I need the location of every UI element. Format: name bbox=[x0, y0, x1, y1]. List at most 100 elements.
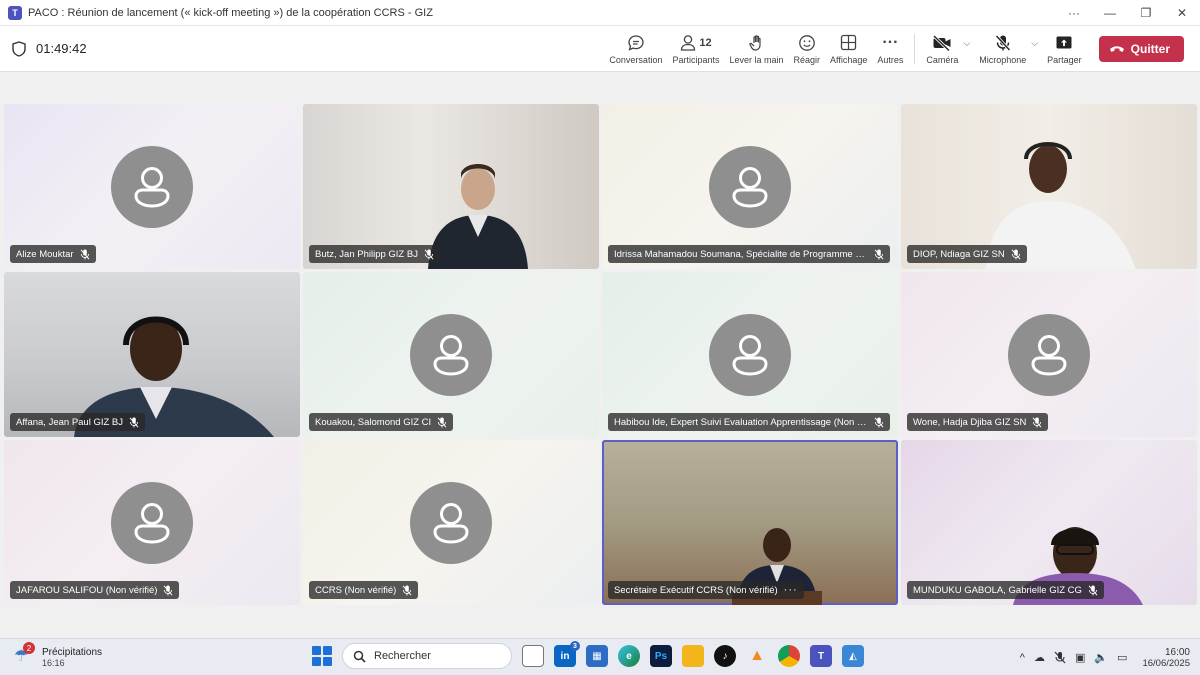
toolbar-divider bbox=[914, 33, 916, 64]
participant-name-tag: Kouakou, Salomond GIZ CI bbox=[309, 413, 454, 431]
people-icon bbox=[681, 34, 696, 51]
participant-name-tag: DIOP, Ndiaga GIZ SN bbox=[907, 245, 1027, 263]
participant-tile[interactable]: Affana, Jean Paul GIZ BJ bbox=[4, 272, 300, 437]
avatar-placeholder-icon bbox=[1008, 314, 1090, 396]
participant-tile[interactable]: Butz, Jan Philipp GIZ BJ bbox=[303, 104, 599, 269]
shield-icon bbox=[12, 40, 26, 57]
title-bar: T PACO : Réunion de lancement (« kick-of… bbox=[0, 0, 1200, 26]
folder-icon[interactable] bbox=[682, 645, 704, 667]
weather-widget[interactable]: ☂ 2 Précipitations 16:16 bbox=[14, 642, 194, 668]
share-label: Partager bbox=[1047, 54, 1082, 65]
leave-button[interactable]: Quitter bbox=[1098, 35, 1184, 62]
start-button[interactable] bbox=[312, 646, 332, 666]
weather-sub: 16:16 bbox=[42, 657, 65, 668]
hand-icon bbox=[748, 34, 761, 51]
meeting-timer: 01:49:42 bbox=[36, 41, 87, 56]
volume-icon[interactable]: 🔈 bbox=[1094, 651, 1108, 664]
network-icon[interactable]: ▣ bbox=[1075, 651, 1085, 664]
participant-name: MUNDUKU GABOLA, Gabrielle GIZ CG bbox=[913, 584, 1082, 596]
teams-icon: T bbox=[8, 5, 22, 20]
tiktok-icon[interactable]: ♪ bbox=[714, 645, 736, 667]
conversation-button[interactable]: Conversation bbox=[604, 26, 667, 72]
participant-name: Secrétaire Exécutif CCRS (Non vérifié) bbox=[614, 584, 778, 596]
restore-icon[interactable]: ❐ bbox=[1128, 0, 1164, 26]
conversation-label: Conversation bbox=[609, 54, 663, 65]
search-input[interactable] bbox=[374, 650, 494, 662]
participant-name-tag: Affana, Jean Paul GIZ BJ bbox=[10, 413, 146, 431]
smiley-icon bbox=[798, 34, 815, 51]
participant-name: CCRS (Non vérifié) bbox=[315, 584, 397, 596]
mic-off-icon bbox=[1032, 416, 1042, 428]
clock-time: 16:00 bbox=[1164, 646, 1190, 658]
raise-hand-label: Lever la main bbox=[729, 54, 784, 65]
clock-date: 16/06/2025 bbox=[1142, 657, 1190, 669]
close-icon[interactable]: ✕ bbox=[1164, 0, 1200, 26]
store-icon[interactable]: ▦ bbox=[586, 645, 608, 667]
react-button[interactable]: Réagir bbox=[789, 26, 826, 72]
chevron-up-icon[interactable]: ^ bbox=[1020, 652, 1025, 664]
participant-name-tag: Alize Mouktar bbox=[10, 245, 96, 263]
camera-button[interactable]: Caméra bbox=[921, 26, 963, 72]
mic-off-icon bbox=[129, 416, 139, 428]
rain-icon: ☂ 2 bbox=[14, 642, 36, 668]
mic-off-icon bbox=[874, 248, 884, 260]
avatar-placeholder-icon bbox=[410, 482, 492, 564]
chat-icon bbox=[628, 34, 644, 51]
participant-tile[interactable]: Kouakou, Salomond GIZ CI bbox=[303, 272, 599, 437]
taskbar-clock[interactable]: 16:00 16/06/2025 bbox=[1142, 647, 1190, 669]
avatar-placeholder-icon bbox=[709, 314, 791, 396]
more-label: Autres bbox=[877, 54, 904, 65]
participant-tile[interactable]: Idrissa Mahamadou Soumana, Spécialite de… bbox=[602, 104, 898, 269]
microphone-options-chevron-icon[interactable]: ⌵ bbox=[1031, 38, 1038, 49]
participant-name-tag: Habibou Ide, Expert Suivi Evaluation App… bbox=[608, 413, 890, 431]
participant-name: Butz, Jan Philipp GIZ BJ bbox=[315, 248, 418, 260]
minimize-icon[interactable]: — bbox=[1092, 0, 1128, 26]
taskbar-search[interactable] bbox=[342, 643, 512, 669]
participant-name: Habibou Ide, Expert Suivi Evaluation App… bbox=[614, 416, 868, 428]
participants-button[interactable]: 12 Participants bbox=[667, 26, 724, 72]
linkedin-icon[interactable]: in 3 bbox=[554, 641, 580, 667]
participant-tile[interactable]: CCRS (Non vérifié) bbox=[303, 440, 599, 605]
participant-name-tag: Secrétaire Exécutif CCRS (Non vérifié) ··… bbox=[608, 581, 804, 599]
avatar-placeholder-icon bbox=[709, 146, 791, 228]
hang-up-icon bbox=[1109, 45, 1124, 52]
participant-tile[interactable]: Habibou Ide, Expert Suivi Evaluation App… bbox=[602, 272, 898, 437]
participant-tile[interactable]: Alize Mouktar bbox=[4, 104, 300, 269]
participant-name: JAFAROU SALIFOU (Non vérifié) bbox=[16, 584, 158, 596]
participant-tile[interactable]: JAFAROU SALIFOU (Non vérifié) bbox=[4, 440, 300, 605]
search-icon bbox=[353, 650, 366, 663]
participant-tile[interactable]: Secrétaire Exécutif CCRS (Non vérifié) ··… bbox=[602, 440, 898, 605]
mic-off-icon bbox=[437, 416, 447, 428]
view-button[interactable]: Affichage bbox=[825, 26, 872, 72]
more-button[interactable]: ··· Autres bbox=[872, 26, 908, 72]
participant-tile[interactable]: DIOP, Ndiaga GIZ SN bbox=[901, 104, 1197, 269]
more-dots-icon[interactable]: ··· bbox=[784, 584, 798, 596]
battery-icon[interactable]: ▭ bbox=[1117, 651, 1127, 664]
window-title: PACO : Réunion de lancement (« kick-off … bbox=[28, 6, 433, 19]
more-dots-icon[interactable]: ··· bbox=[1056, 0, 1092, 26]
mic-off-icon bbox=[1088, 584, 1098, 596]
vlc-icon[interactable]: ▲ bbox=[746, 645, 768, 667]
participant-name-tag: CCRS (Non vérifié) bbox=[309, 581, 419, 599]
microphone-button[interactable]: Microphone bbox=[974, 26, 1031, 72]
teams-taskbar-icon[interactable]: T bbox=[810, 645, 832, 667]
windows-taskbar: ☂2 Précipitations 16:16 in3 ▦ e Ps ♪ ▲ T… bbox=[0, 638, 1200, 675]
view-label: Affichage bbox=[830, 54, 868, 65]
mic-off-icon bbox=[402, 584, 412, 596]
task-view-icon[interactable] bbox=[522, 645, 544, 667]
edge-icon[interactable]: e bbox=[618, 645, 640, 667]
participant-name: Idrissa Mahamadou Soumana, Spécialite de… bbox=[614, 248, 868, 260]
photos-icon[interactable]: ◭ bbox=[842, 645, 864, 667]
chrome-icon[interactable] bbox=[778, 645, 800, 667]
camera-options-chevron-icon[interactable]: ⌵ bbox=[963, 38, 970, 49]
system-tray: ^ ☁ ▣ 🔈 ▭ 16:00 16/06/2025 bbox=[1020, 639, 1190, 675]
share-screen-icon bbox=[1056, 36, 1072, 48]
participant-tile[interactable]: MUNDUKU GABOLA, Gabrielle GIZ CG bbox=[901, 440, 1197, 605]
share-button[interactable]: Partager bbox=[1042, 26, 1087, 72]
photoshop-icon[interactable]: Ps bbox=[650, 645, 672, 667]
raise-hand-button[interactable]: Lever la main bbox=[724, 26, 788, 72]
participant-tile[interactable]: Wone, Hadja Djiba GIZ SN bbox=[901, 272, 1197, 437]
participant-name: Alize Mouktar bbox=[16, 248, 74, 260]
cloud-icon[interactable]: ☁ bbox=[1034, 651, 1045, 664]
tray-microphone-off-icon[interactable] bbox=[1054, 651, 1066, 664]
